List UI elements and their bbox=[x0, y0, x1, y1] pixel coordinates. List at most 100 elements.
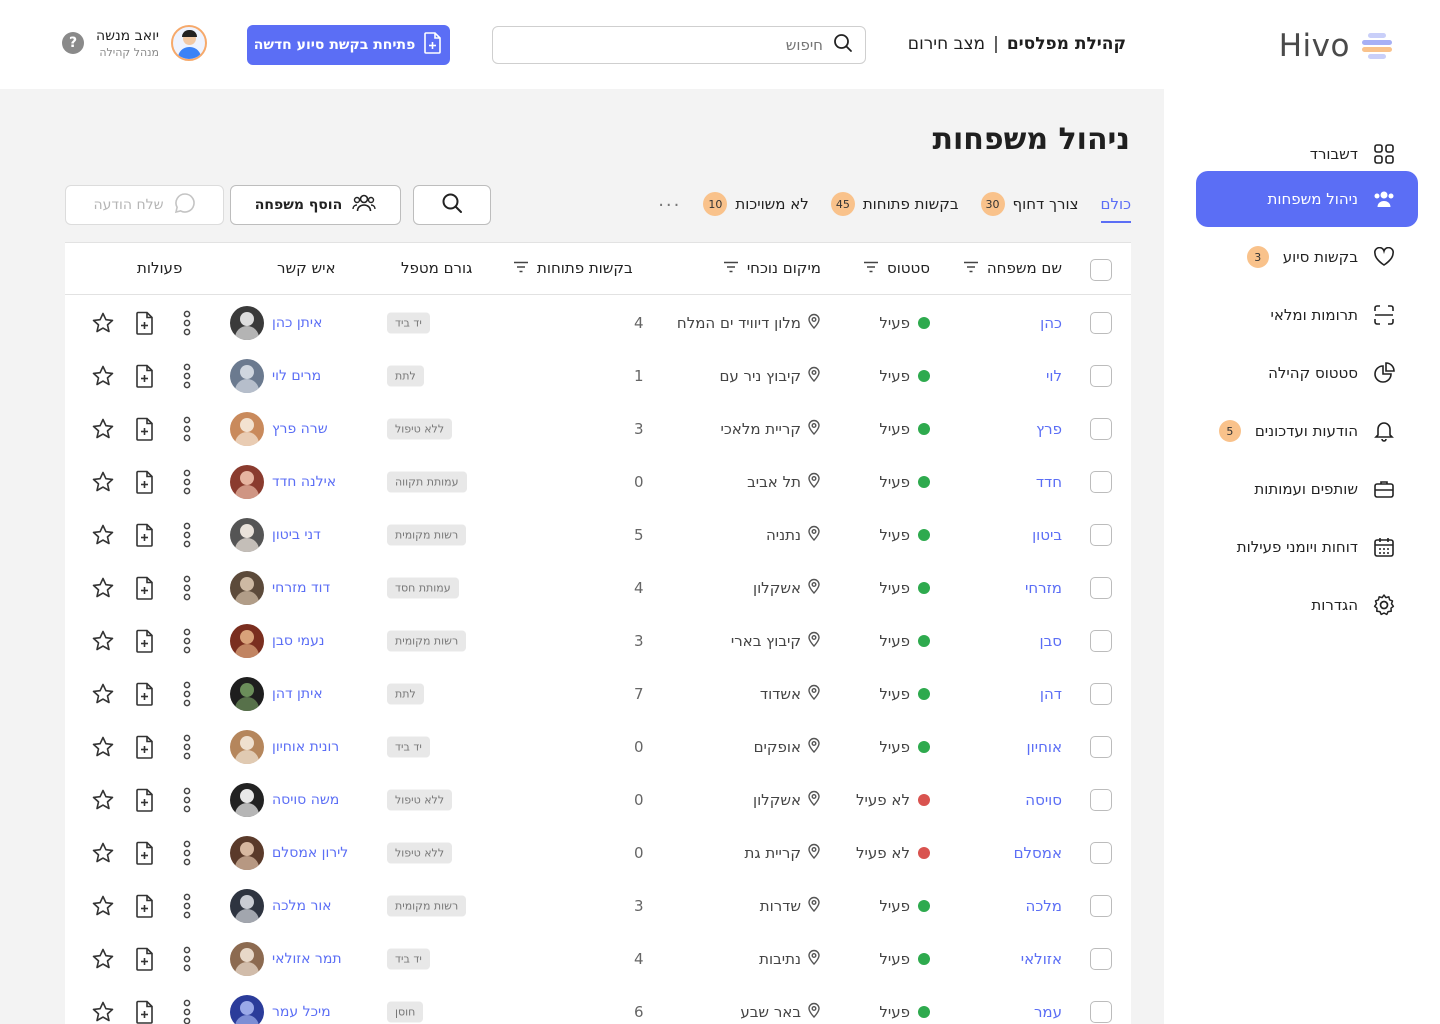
new-request-button[interactable]: פתיחת בקשת סיוע חדשה bbox=[247, 25, 450, 65]
more-actions-icon[interactable] bbox=[174, 310, 200, 336]
star-icon[interactable] bbox=[90, 946, 116, 972]
contact-cell[interactable]: מרים לוי bbox=[230, 358, 321, 393]
table-row[interactable]: עמר פעיל באר שבע 6 חוסן מיכל עמר bbox=[65, 985, 1131, 1024]
star-icon[interactable] bbox=[90, 787, 116, 813]
filter-icon[interactable] bbox=[963, 259, 979, 277]
row-checkbox[interactable] bbox=[1090, 788, 1112, 811]
table-row[interactable]: דהן פעיל אשדוד 7 לתת איתן דהן bbox=[65, 667, 1131, 720]
contact-name-link[interactable]: תמר אזולאי bbox=[272, 951, 342, 967]
table-row[interactable]: כהן פעיל מלון דיוויד ים המלח 4 יד ביד איתן כה… bbox=[65, 296, 1131, 349]
star-icon[interactable] bbox=[90, 628, 116, 654]
star-icon[interactable] bbox=[90, 363, 116, 389]
filter-icon[interactable] bbox=[863, 259, 879, 277]
contact-cell[interactable]: לירון אמסלם bbox=[230, 835, 348, 870]
table-row[interactable]: אזולאי פעיל נתיבות 4 יד ביד תמר אזולאי bbox=[65, 932, 1131, 985]
contact-name-link[interactable]: לירון אמסלם bbox=[272, 845, 348, 861]
contact-cell[interactable]: נעמי סבן bbox=[230, 623, 324, 658]
user-menu[interactable]: ? יואב מנשה מנהל קהילה bbox=[62, 25, 208, 61]
column-status[interactable]: סטטוס bbox=[863, 259, 930, 277]
table-row[interactable]: אוחיון פעיל אופקים 0 יד ביד רונית אוחיון bbox=[65, 720, 1131, 773]
more-actions-icon[interactable] bbox=[174, 946, 200, 972]
user-avatar[interactable] bbox=[171, 25, 208, 61]
new-document-icon[interactable] bbox=[132, 734, 158, 760]
filter-icon[interactable] bbox=[513, 259, 529, 277]
row-checkbox[interactable] bbox=[1090, 364, 1112, 387]
more-actions-icon[interactable] bbox=[174, 787, 200, 813]
more-actions-icon[interactable] bbox=[174, 734, 200, 760]
more-actions-icon[interactable] bbox=[174, 999, 200, 1024]
family-name-link[interactable]: עמר bbox=[1034, 1003, 1062, 1021]
table-row[interactable]: פרץ פעיל קריית מלאכי 3 ללא טיפול שרה פרץ bbox=[65, 402, 1131, 455]
new-document-icon[interactable] bbox=[132, 469, 158, 495]
family-name-link[interactable]: מזרחי bbox=[1025, 579, 1062, 597]
contact-cell[interactable]: איתן דהן bbox=[230, 676, 323, 711]
family-name-link[interactable]: אוחיון bbox=[1027, 738, 1062, 756]
more-actions-icon[interactable] bbox=[174, 416, 200, 442]
table-row[interactable]: מזרחי פעיל אשקלון 4 עמותת חסד דוד מזרחי bbox=[65, 561, 1131, 614]
contact-cell[interactable]: אור מלכה bbox=[230, 888, 332, 923]
new-document-icon[interactable] bbox=[132, 522, 158, 548]
star-icon[interactable] bbox=[90, 840, 116, 866]
row-checkbox[interactable] bbox=[1090, 894, 1112, 917]
tab-0[interactable]: כולם bbox=[1100, 195, 1131, 223]
contact-name-link[interactable]: מרים לוי bbox=[272, 368, 321, 384]
contact-cell[interactable]: משה סויסה bbox=[230, 782, 339, 817]
table-row[interactable]: סויסה לא פעיל אשקלון 0 ללא טיפול משה סויסה bbox=[65, 773, 1131, 826]
contact-name-link[interactable]: איתן דהן bbox=[272, 686, 323, 702]
contact-name-link[interactable]: שרה פרץ bbox=[272, 421, 328, 437]
logo[interactable]: Hivo bbox=[1279, 28, 1394, 64]
more-actions-icon[interactable] bbox=[174, 893, 200, 919]
new-document-icon[interactable] bbox=[132, 575, 158, 601]
star-icon[interactable] bbox=[90, 893, 116, 919]
column-family[interactable]: שם משפחה bbox=[963, 259, 1062, 277]
sidebar-item-2[interactable]: בקשות סיוע 3 bbox=[1196, 229, 1418, 285]
more-actions-icon[interactable] bbox=[174, 681, 200, 707]
new-document-icon[interactable] bbox=[132, 787, 158, 813]
star-icon[interactable] bbox=[90, 575, 116, 601]
family-name-link[interactable]: סויסה bbox=[1025, 791, 1062, 809]
table-row[interactable]: חדד פעיל תל אביב 0 עמותת תקווה אילנה חדד bbox=[65, 455, 1131, 508]
star-icon[interactable] bbox=[90, 734, 116, 760]
contact-cell[interactable]: תמר אזולאי bbox=[230, 941, 342, 976]
contact-name-link[interactable]: דני ביטון bbox=[272, 527, 321, 543]
more-actions-icon[interactable] bbox=[174, 363, 200, 389]
contact-name-link[interactable]: נעמי סבן bbox=[272, 633, 324, 649]
table-row[interactable]: לוי פעיל קיבוץ ניר עם 1 לתת מרים לוי bbox=[65, 349, 1131, 402]
sidebar-item-4[interactable]: סטטוס קהילה bbox=[1196, 345, 1418, 401]
column-location[interactable]: מיקום נוכחי bbox=[723, 259, 821, 277]
add-family-button[interactable]: הוסף משפחה bbox=[230, 185, 401, 225]
contact-cell[interactable]: איתן כהן bbox=[230, 305, 322, 340]
tab-3[interactable]: לא משויכות 10 bbox=[703, 192, 809, 226]
sidebar-item-7[interactable]: דוחות ויומני פעילות bbox=[1196, 519, 1418, 575]
row-checkbox[interactable] bbox=[1090, 1000, 1112, 1023]
star-icon[interactable] bbox=[90, 416, 116, 442]
row-checkbox[interactable] bbox=[1090, 735, 1112, 758]
row-checkbox[interactable] bbox=[1090, 947, 1112, 970]
table-search-button[interactable] bbox=[413, 185, 491, 225]
select-all-checkbox[interactable] bbox=[1090, 259, 1112, 281]
row-checkbox[interactable] bbox=[1090, 311, 1112, 334]
global-search[interactable] bbox=[492, 26, 866, 64]
sidebar-item-8[interactable]: הגדרות bbox=[1196, 577, 1418, 633]
family-name-link[interactable]: כהן bbox=[1040, 314, 1062, 332]
family-name-link[interactable]: דהן bbox=[1040, 685, 1062, 703]
new-document-icon[interactable] bbox=[132, 999, 158, 1024]
contact-name-link[interactable]: איתן כהן bbox=[272, 315, 322, 331]
new-document-icon[interactable] bbox=[132, 416, 158, 442]
more-actions-icon[interactable] bbox=[174, 469, 200, 495]
filter-icon[interactable] bbox=[723, 259, 739, 277]
sidebar-item-6[interactable]: שותפים ועמותות bbox=[1196, 461, 1418, 517]
table-row[interactable]: סבן פעיל קיבוץ בארי 3 רשות מקומית נעמי סבן bbox=[65, 614, 1131, 667]
new-document-icon[interactable] bbox=[132, 363, 158, 389]
new-document-icon[interactable] bbox=[132, 893, 158, 919]
family-name-link[interactable]: חדד bbox=[1036, 473, 1062, 491]
contact-name-link[interactable]: אור מלכה bbox=[272, 898, 332, 914]
sidebar-item-5[interactable]: הודעות ועדכונים 5 bbox=[1196, 403, 1418, 459]
family-name-link[interactable]: פרץ bbox=[1036, 420, 1062, 438]
contact-name-link[interactable]: מיכל עמר bbox=[272, 1004, 331, 1020]
star-icon[interactable] bbox=[90, 469, 116, 495]
tab-1[interactable]: צורך דחוף 30 bbox=[980, 192, 1079, 226]
contact-cell[interactable]: רונית אוחיון bbox=[230, 729, 339, 764]
star-icon[interactable] bbox=[90, 310, 116, 336]
contact-cell[interactable]: שרה פרץ bbox=[230, 411, 328, 446]
